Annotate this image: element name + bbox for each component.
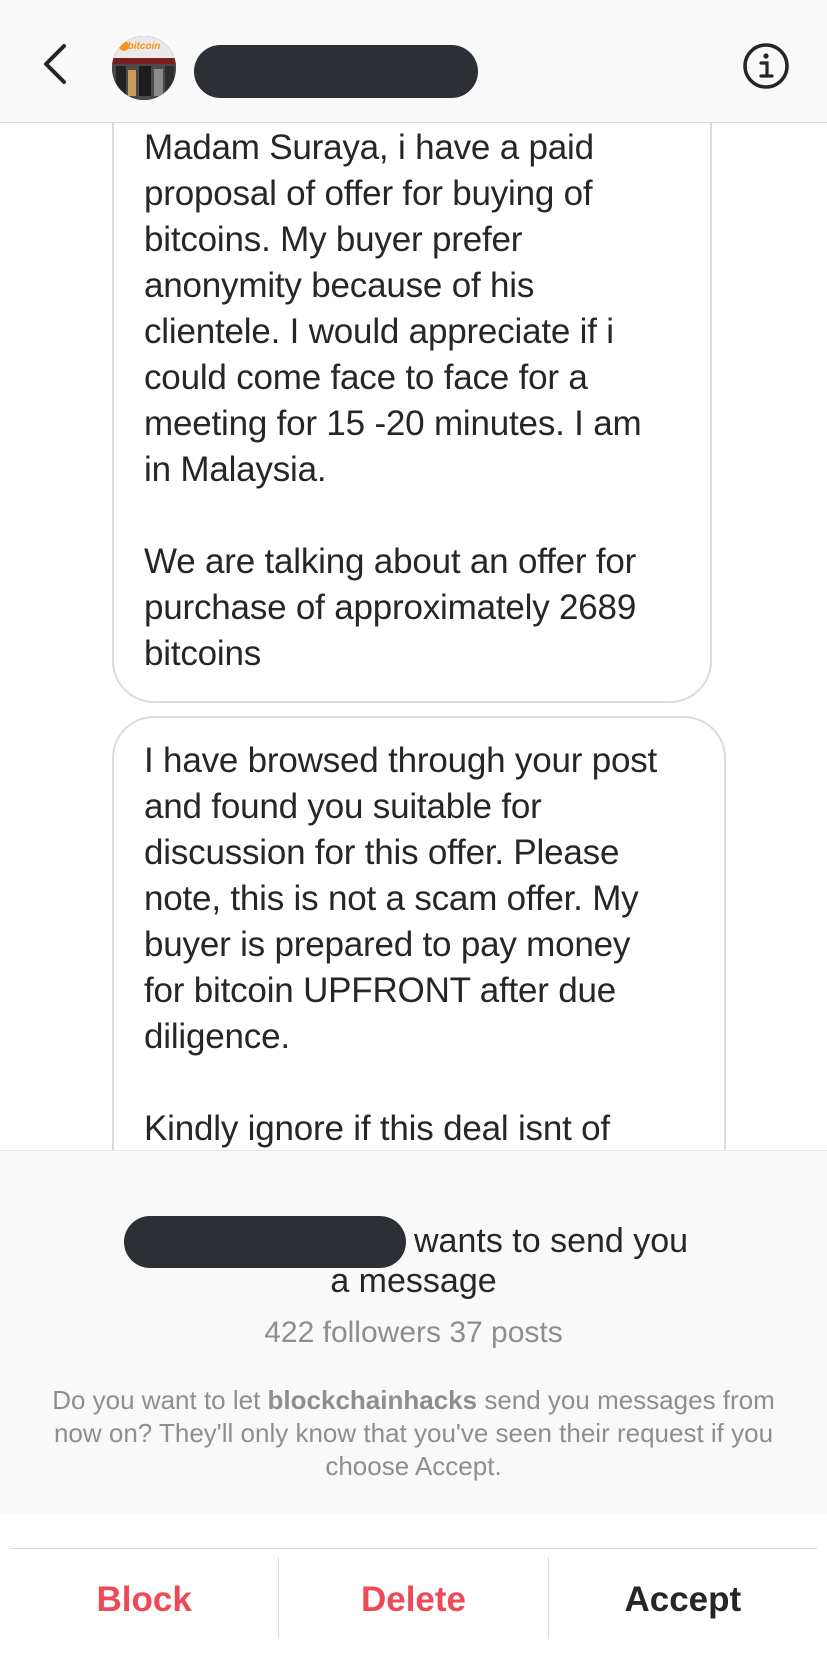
delete-button[interactable]: Delete	[279, 1535, 547, 1663]
message-bubble[interactable]: I have browsed through your post and fou…	[112, 716, 726, 1150]
chevron-left-icon	[40, 42, 70, 91]
info-button[interactable]	[740, 42, 792, 94]
block-button[interactable]: Block	[10, 1535, 278, 1663]
note-prefix: Do you want to let	[52, 1385, 268, 1415]
redacted-username	[194, 45, 478, 98]
request-title: wants to send you	[414, 1222, 689, 1260]
note-username: blockchainhacks	[267, 1385, 478, 1415]
message-text: Madam Suraya, i have a paid proposal of …	[144, 128, 642, 673]
direct-message-request-screen: bitcoin Madam Suraya, i have a paid prop…	[0, 0, 827, 1663]
avatar[interactable]: bitcoin	[112, 36, 176, 100]
header-bar: bitcoin	[0, 0, 827, 123]
message-thread[interactable]: Madam Suraya, i have a paid proposal of …	[0, 123, 827, 1150]
message-request-panel: wants to send you a message 422 follower…	[0, 1150, 827, 1514]
request-actions: Block Delete Accept	[10, 1548, 817, 1663]
avatar-label: bitcoin	[127, 41, 161, 52]
request-title-continued: a message	[330, 1262, 497, 1300]
request-note: Do you want to let blockchainhacks send …	[50, 1384, 777, 1483]
sender-stats: 422 followers 37 posts	[264, 1316, 563, 1349]
back-button[interactable]	[30, 36, 80, 96]
message-text: I have browsed through your post and fou…	[144, 741, 658, 1148]
message-bubble[interactable]: Madam Suraya, i have a paid proposal of …	[112, 123, 712, 703]
accept-button[interactable]: Accept	[549, 1535, 817, 1663]
info-icon	[741, 41, 791, 96]
